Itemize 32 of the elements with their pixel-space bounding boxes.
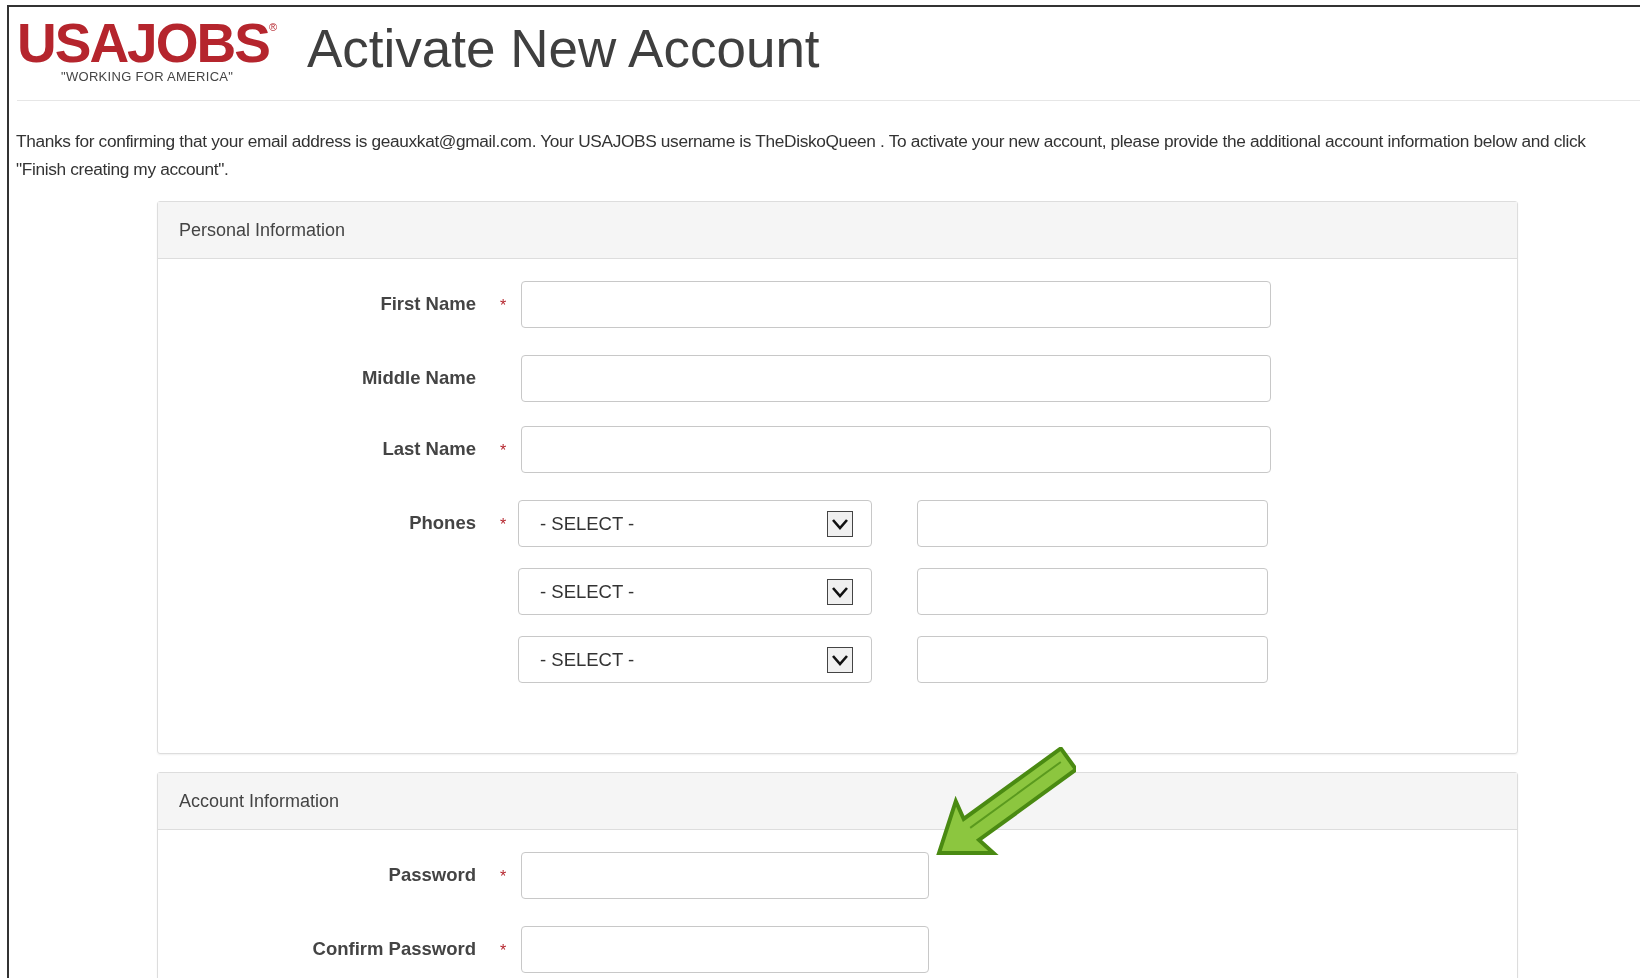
chevron-icon [827,646,853,673]
input-field[interactable] [521,852,929,899]
required-marker: * [498,515,508,535]
panel-title: Personal Information [158,202,1517,259]
phone-type-select[interactable]: - SELECT - [518,568,872,615]
registered-mark: ® [268,21,277,33]
required-marker: * [498,941,508,961]
intro-text: Thanks for confirming that your email address is geauxkat@gmail.com. Your USAJOBS username is TheDiskoQueen . To activate your new account, please provide the additional account information below and click "Finish creating my account". [16,130,1587,181]
field-label: Last Name [381,437,476,461]
logo-tagline: "WORKING FOR AMERICA" [61,69,234,84]
logo-wordmark: USAJOBS [17,17,269,69]
chevron-icon [827,510,853,537]
field-label: Phones [408,511,476,535]
phone-number-field[interactable] [917,568,1268,615]
field-label: Password [387,863,476,887]
field-label: First Name [379,292,476,316]
field-label: Confirm Password [311,937,476,961]
field-label: Middle Name [360,366,476,390]
page-title: Activate New Account [307,19,820,79]
input-field[interactable] [521,355,1271,402]
phone-number-field[interactable] [917,500,1268,547]
phone-type-select[interactable]: - SELECT - [518,500,872,547]
required-marker: * [498,441,508,461]
required-marker: * [498,296,508,316]
input-field[interactable] [521,426,1271,473]
input-field[interactable] [521,281,1271,328]
panel-title: Account Information [158,773,1517,830]
chevron-icon [827,578,853,605]
phone-number-field[interactable] [917,636,1268,683]
phone-type-select[interactable]: - SELECT - [518,636,872,683]
required-marker: * [498,867,508,887]
input-field[interactable] [521,926,929,973]
